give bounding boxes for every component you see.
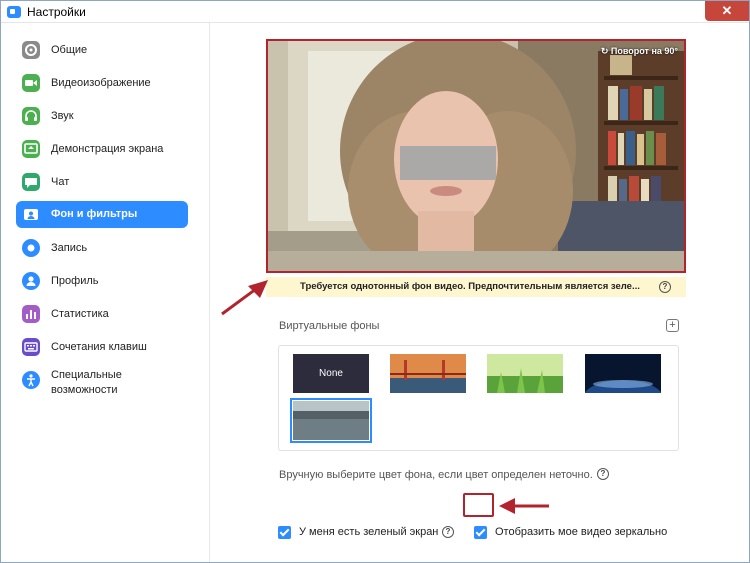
- background-lake-thumbnail[interactable]: [290, 398, 372, 443]
- sidebar-item-accessibility[interactable]: Специальные возможности: [16, 367, 188, 401]
- virtual-backgrounds-gallery: None: [278, 345, 679, 451]
- mirror-video-label: Отобразить мое видео зеркально: [495, 526, 668, 538]
- green-screen-warning-banner: Требуется однотонный фон видео. Предпочт…: [266, 277, 686, 297]
- statistics-icon: [22, 305, 40, 323]
- sidebar-item-label: Демонстрация экрана: [51, 143, 164, 155]
- rotate-label: Поворот на 90°: [610, 46, 678, 56]
- background-bridge-thumbnail[interactable]: [390, 354, 466, 393]
- sidebar-item-keyboard-shortcuts[interactable]: Сочетания клавиш: [16, 334, 188, 361]
- help-icon[interactable]: ?: [597, 468, 609, 480]
- help-icon[interactable]: ?: [442, 526, 454, 538]
- sidebar-item-video[interactable]: Видеоизображение: [16, 70, 188, 97]
- green-screen-label: У меня есть зеленый экран: [299, 526, 439, 538]
- background-none-thumbnail[interactable]: None: [293, 354, 369, 393]
- sidebar-item-background-filters[interactable]: Фон и фильтры: [16, 201, 188, 228]
- sidebar-item-statistics[interactable]: Статистика: [16, 301, 188, 328]
- record-icon: [22, 239, 40, 257]
- sidebar-item-label: Общие: [51, 44, 88, 56]
- video-preview: ↻ Поворот на 90°: [266, 39, 686, 273]
- help-icon[interactable]: ?: [659, 281, 671, 293]
- sidebar-item-label: Звук: [51, 110, 74, 122]
- background-earth-thumbnail[interactable]: [585, 354, 661, 393]
- mirror-video-checkbox[interactable]: [474, 526, 487, 539]
- sidebar-item-label: Видеоизображение: [51, 77, 151, 89]
- settings-sidebar: Общие Видеоизображение Звук Демонстрация…: [2, 23, 210, 562]
- zoom-app-icon: [7, 6, 21, 18]
- settings-window: Настройки ✕ Общие Видеоизображение Звук: [0, 0, 750, 563]
- close-button[interactable]: ✕: [705, 1, 749, 21]
- face-blur-mask: [400, 146, 496, 180]
- sidebar-item-label: Специальные возможности: [51, 369, 122, 396]
- sidebar-item-profile[interactable]: Профиль: [16, 268, 188, 295]
- person-card-icon: [22, 205, 40, 223]
- green-screen-checkbox[interactable]: [278, 526, 291, 539]
- keyboard-icon: [22, 338, 40, 356]
- manual-color-label: Вручную выберите цвет фона, если цвет оп…: [279, 469, 593, 481]
- profile-icon: [22, 272, 40, 290]
- annotation-arrow-icon: [499, 498, 549, 514]
- background-filters-panel: ↻ Поворот на 90° Требуется однотонный фо…: [211, 23, 749, 562]
- background-color-picker[interactable]: [463, 493, 494, 517]
- sidebar-item-label: Сочетания клавиш: [51, 341, 147, 353]
- chat-bubble-icon: [22, 173, 40, 191]
- sidebar-item-screen-share[interactable]: Демонстрация экрана: [16, 136, 188, 163]
- title-bar: Настройки ✕: [1, 1, 749, 23]
- sidebar-item-label: Фон и фильтры: [51, 208, 138, 220]
- sidebar-item-recording[interactable]: Запись: [16, 235, 188, 262]
- sidebar-item-label: Чат: [51, 176, 70, 188]
- sidebar-item-chat[interactable]: Чат: [16, 169, 188, 196]
- add-background-button[interactable]: +: [666, 319, 679, 332]
- accessibility-icon: [22, 371, 40, 389]
- video-camera-icon: [22, 74, 40, 92]
- background-grass-thumbnail[interactable]: [487, 354, 563, 393]
- screen-share-icon: [22, 140, 40, 158]
- rotate-90-button[interactable]: ↻ Поворот на 90°: [601, 46, 678, 57]
- virtual-backgrounds-label: Виртуальные фоны: [279, 320, 380, 332]
- gear-icon: [22, 41, 40, 59]
- sidebar-item-label: Запись: [51, 242, 88, 254]
- headphones-icon: [22, 107, 40, 125]
- warning-text: Требуется однотонный фон видео. Предпочт…: [300, 281, 640, 292]
- annotation-arrow-icon: [221, 280, 268, 316]
- window-title: Настройки: [27, 5, 86, 19]
- sidebar-item-audio[interactable]: Звук: [16, 103, 188, 130]
- sidebar-item-label: Статистика: [51, 308, 109, 320]
- sidebar-item-general[interactable]: Общие: [16, 37, 188, 64]
- sidebar-item-label: Профиль: [51, 275, 99, 287]
